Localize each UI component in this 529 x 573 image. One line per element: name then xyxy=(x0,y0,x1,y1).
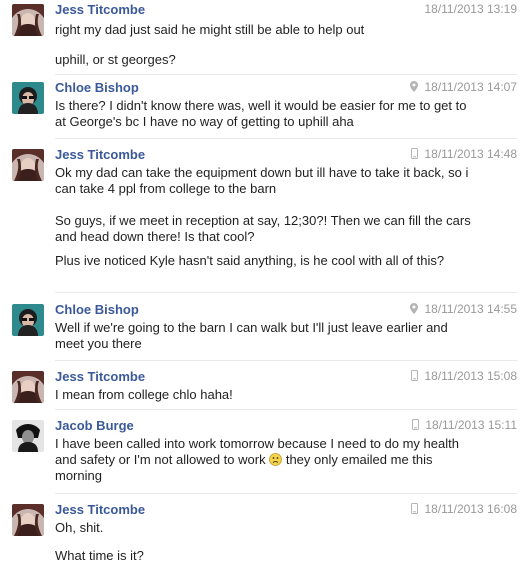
sender-name[interactable]: Jess Titcombe xyxy=(55,502,145,517)
timestamp: 18/11/2013 14:48 xyxy=(424,147,517,161)
sender-name[interactable]: Jess Titcombe xyxy=(55,2,145,17)
message-text: Ok my dad can take the equipment down bu… xyxy=(55,165,469,196)
message-meta: 18/11/2013 14:55 xyxy=(410,302,517,317)
sender-name[interactable]: Jacob Burge xyxy=(55,418,134,433)
location-pin-icon xyxy=(410,303,419,317)
divider xyxy=(55,493,517,494)
divider xyxy=(55,292,517,293)
message-text: I have been called into work tomorrow be… xyxy=(55,436,475,484)
sender-name[interactable]: Chloe Bishop xyxy=(55,80,139,95)
message-meta: 18/11/2013 15:11 xyxy=(412,418,517,433)
timestamp: 18/11/2013 15:11 xyxy=(425,418,517,432)
timestamp: 18/11/2013 14:55 xyxy=(424,302,517,316)
message-meta: 18/11/2013 13:19 xyxy=(424,2,517,16)
avatar[interactable] xyxy=(12,82,44,114)
timestamp: 18/11/2013 16:08 xyxy=(424,502,517,516)
message-text: I mean from college chlo haha! xyxy=(55,387,233,402)
mobile-phone-icon xyxy=(411,503,419,517)
message-text: What time is it? xyxy=(55,548,144,563)
message-text: right my dad just said he might still be… xyxy=(55,22,365,37)
message-meta: 18/11/2013 16:08 xyxy=(411,502,517,517)
avatar[interactable] xyxy=(12,149,44,181)
sender-name[interactable]: Jess Titcombe xyxy=(55,369,145,384)
sender-name[interactable]: Jess Titcombe xyxy=(55,147,145,162)
message-text: uphill, or st georges? xyxy=(55,52,176,67)
avatar[interactable] xyxy=(12,304,44,336)
message-text: Is there? I didn't know there was, well … xyxy=(55,98,467,129)
avatar[interactable] xyxy=(12,504,44,536)
divider xyxy=(55,360,517,361)
location-pin-icon xyxy=(410,81,419,95)
timestamp: 18/11/2013 15:08 xyxy=(424,369,517,383)
message-meta: 18/11/2013 15:08 xyxy=(411,369,517,384)
mobile-phone-icon xyxy=(411,370,419,384)
message-text: So guys, if we meet in reception at say,… xyxy=(55,213,471,244)
divider xyxy=(55,74,517,75)
message-text: Plus ive noticed Kyle hasn't said anythi… xyxy=(55,253,445,268)
mobile-phone-icon xyxy=(412,419,420,433)
message-text: Well if we're going to the barn I can wa… xyxy=(55,320,448,351)
mobile-phone-icon xyxy=(411,148,419,162)
message-text: Oh, shit. xyxy=(55,520,104,535)
message-meta: 18/11/2013 14:07 xyxy=(410,80,517,95)
frown-emoji-icon xyxy=(269,453,283,466)
avatar[interactable] xyxy=(12,420,44,452)
divider xyxy=(55,409,517,410)
divider xyxy=(55,138,517,139)
avatar[interactable] xyxy=(12,4,44,36)
timestamp: 18/11/2013 13:19 xyxy=(424,2,517,16)
sender-name[interactable]: Chloe Bishop xyxy=(55,302,139,317)
timestamp: 18/11/2013 14:07 xyxy=(424,80,517,94)
message-meta: 18/11/2013 14:48 xyxy=(411,147,517,162)
avatar[interactable] xyxy=(12,371,44,403)
